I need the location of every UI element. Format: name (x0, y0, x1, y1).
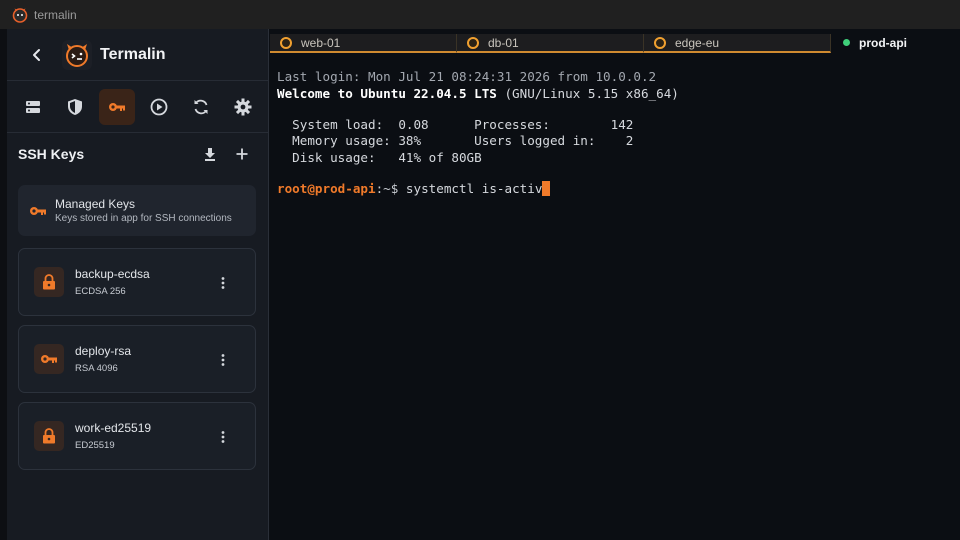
session-status-icon (467, 36, 479, 49)
tab-edge-eu[interactable]: edge-eu (644, 34, 831, 53)
prompt-user-host: root@prod-api (277, 181, 376, 196)
managed-keys-subtitle: Keys stored in app for SSH connections (55, 213, 232, 224)
server-icon (26, 100, 40, 113)
key-name: work-ed25519 (75, 421, 152, 435)
session-status-icon (654, 36, 666, 49)
back-button[interactable] (17, 35, 57, 75)
sidebar-toolbar (7, 81, 268, 133)
key-item-deploy-rsa[interactable]: deploy-rsa RSA 4096 (18, 325, 256, 393)
tab-label: db-01 (488, 35, 519, 50)
key-type: RSA 4096 (75, 363, 118, 374)
app-logo (62, 39, 92, 70)
hosts-button[interactable] (15, 89, 51, 125)
sync-icon (194, 99, 208, 114)
import-key-button[interactable] (194, 138, 226, 170)
key-type: ED25519 (75, 440, 115, 451)
settings-button[interactable] (225, 89, 261, 125)
key-icon (30, 206, 46, 215)
section-title: SSH Keys (18, 146, 85, 162)
terminal-line-stats-1: System load: 0.08 Processes: 142 (277, 117, 634, 132)
key-menu-button[interactable] (215, 352, 231, 368)
online-status-icon (843, 39, 850, 46)
key-menu-button[interactable] (215, 275, 231, 291)
terminal[interactable]: Last login: Mon Jul 21 08:24:31 2026 fro… (270, 56, 960, 540)
key-name: deploy-rsa (75, 344, 132, 358)
welcome-os: Welcome to Ubuntu 22.04.5 LTS (277, 86, 497, 101)
tab-web-01[interactable]: web-01 (270, 34, 457, 53)
typed-command: systemctl is-activ (405, 181, 543, 196)
prompt-path: :~$ (375, 181, 406, 196)
terminal-cursor (542, 181, 551, 196)
key-menu-button[interactable] (215, 429, 231, 445)
sync-button[interactable] (183, 89, 219, 125)
key-name: backup-ecdsa (75, 267, 150, 281)
terminal-line-welcome: Welcome to Ubuntu 22.04.5 LTS (GNU/Linux… (277, 86, 679, 102)
snippets-button[interactable] (141, 89, 177, 125)
tab-label: prod-api (859, 35, 907, 50)
more-vertical-icon (221, 431, 225, 443)
tab-label: web-01 (301, 35, 341, 50)
window-edge (0, 29, 7, 540)
key-type: ECDSA 256 (75, 286, 126, 297)
window-title: termalin (34, 7, 77, 22)
tab-prod-api[interactable]: prod-api (831, 34, 960, 53)
ssh-keys-header: SSH Keys (7, 133, 268, 175)
key-item-icon (34, 267, 64, 297)
lock-icon (43, 428, 55, 444)
tab-db-01[interactable]: db-01 (457, 34, 644, 53)
key-item-icon (34, 421, 64, 451)
plus-icon (236, 148, 248, 160)
shield-icon (68, 98, 82, 115)
play-icon (150, 98, 168, 115)
session-status-icon (280, 36, 292, 49)
more-vertical-icon (221, 277, 225, 289)
chevron-left-icon (33, 48, 40, 61)
add-key-button[interactable] (226, 138, 258, 170)
terminal-prompt-line[interactable]: root@prod-api:~$ systemctl is-activ (277, 181, 551, 197)
tab-label: edge-eu (675, 35, 720, 50)
managed-keys-title: Managed Keys (55, 197, 136, 211)
key-item-backup-ecdsa[interactable]: backup-ecdsa ECDSA 256 (18, 248, 256, 316)
termalin-logo-icon (66, 43, 88, 67)
terminal-line-last-login: Last login: Mon Jul 21 08:24:31 2026 fro… (277, 69, 657, 84)
app-logo-icon (12, 7, 28, 23)
key-icon (41, 355, 57, 363)
gear-icon (234, 98, 252, 115)
key-icon (109, 102, 125, 111)
app-name: Termalin (100, 45, 166, 63)
terminal-line-stats-3: Disk usage: 41% of 80GB (277, 150, 482, 165)
welcome-kernel: (GNU/Linux 5.15 x86_64) (496, 86, 679, 101)
key-item-icon (34, 344, 64, 374)
download-icon (205, 148, 215, 161)
window-titlebar: termalin (0, 0, 960, 29)
ssh-keys-button[interactable] (99, 88, 135, 125)
sidebar-header: Termalin (7, 29, 268, 81)
terminal-line-stats-2: Memory usage: 38% Users logged in: 2 (277, 133, 634, 148)
sidebar: Termalin SSH Keys Managed Keys Keys stor… (7, 29, 269, 540)
more-vertical-icon (221, 354, 225, 366)
managed-keys-info: Managed Keys Keys stored in app for SSH … (18, 185, 256, 236)
security-button[interactable] (57, 89, 93, 125)
key-item-work-ed25519[interactable]: work-ed25519 ED25519 (18, 402, 256, 470)
session-tabs: web-01 db-01 edge-eu prod-api (270, 34, 960, 54)
lock-icon (43, 274, 55, 290)
